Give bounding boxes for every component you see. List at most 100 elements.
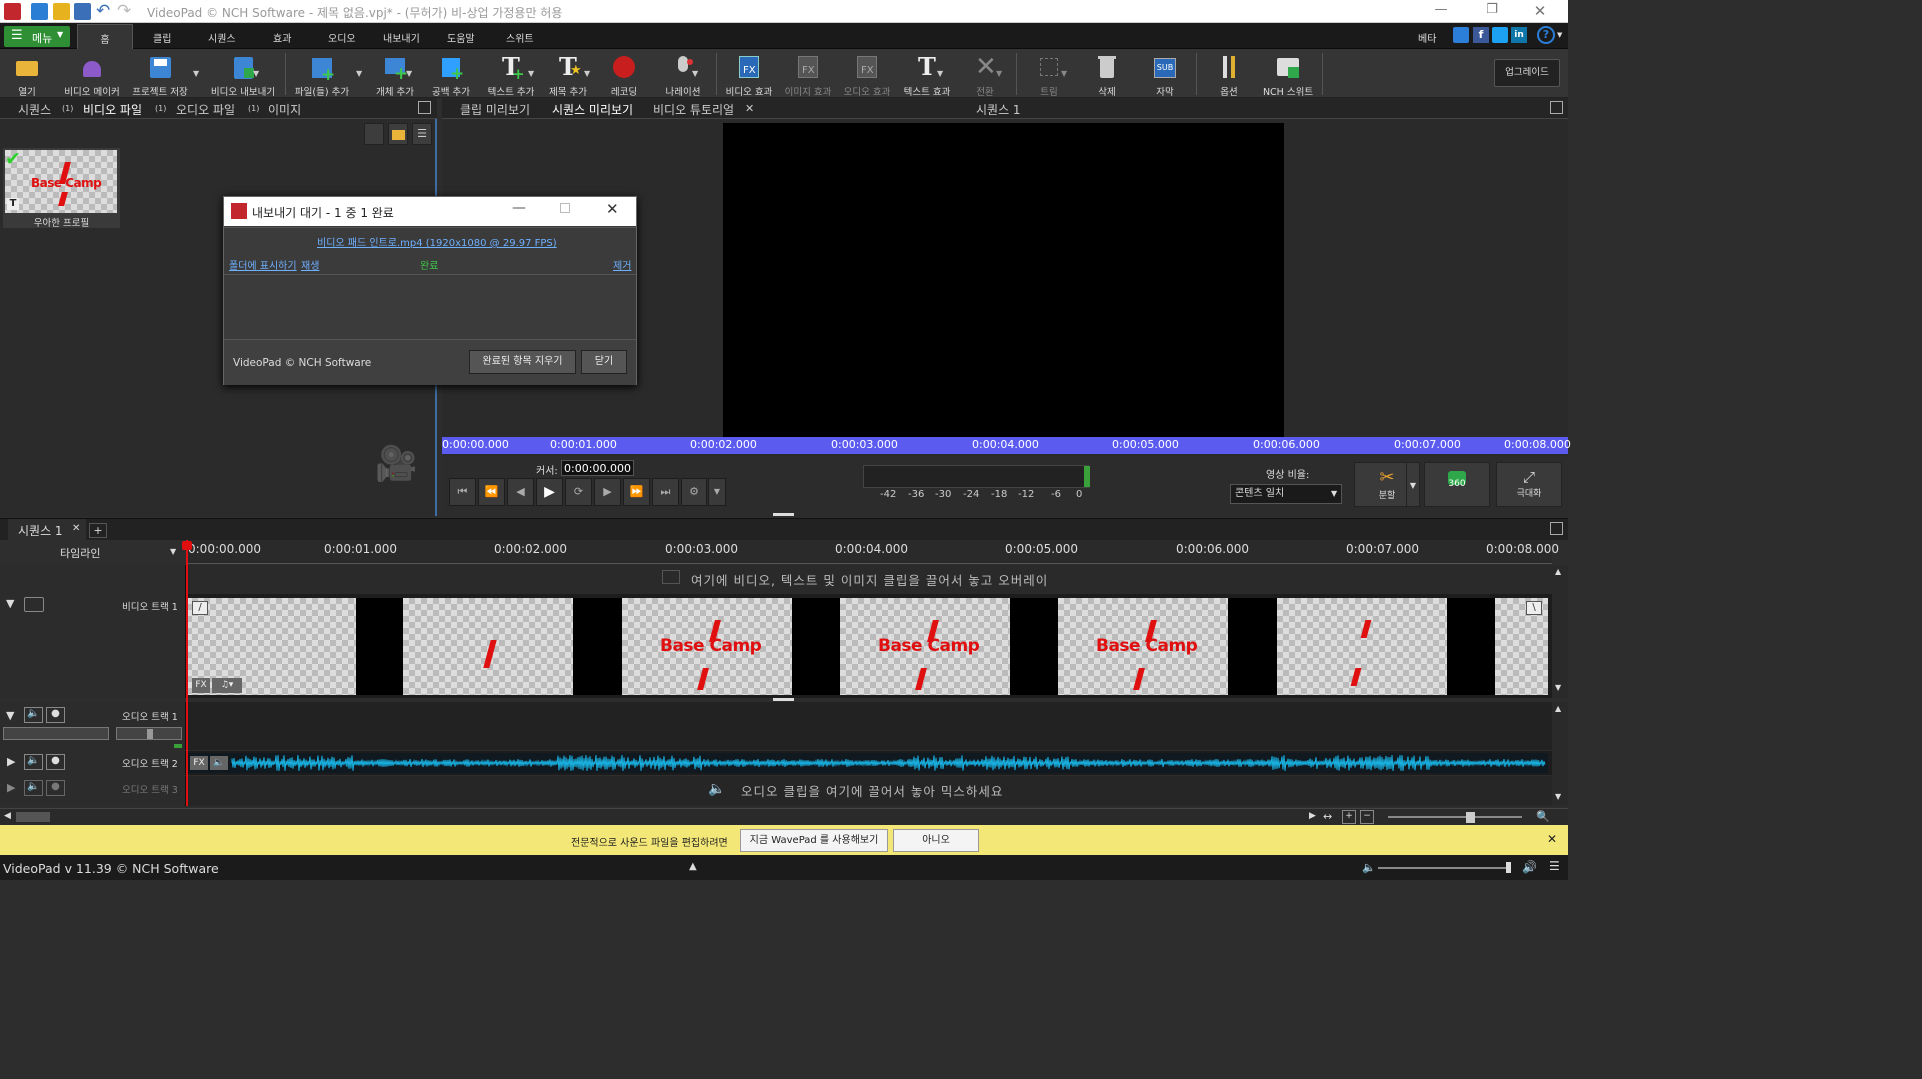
volume-icon[interactable]: 🔈 bbox=[1362, 861, 1376, 874]
clear-completed-button[interactable]: 완료된 항목 지우기 bbox=[469, 350, 576, 374]
scroll-up-icon[interactable]: ▲ bbox=[1555, 567, 1561, 576]
overlay-track[interactable]: 여기에 비디오, 텍스트 및 이미지 클립을 끌어서 놓고 오버레이 bbox=[0, 565, 1552, 594]
play-link[interactable]: 재생 bbox=[301, 257, 319, 272]
loop-button[interactable]: ⟳ bbox=[565, 478, 592, 506]
save-dropdown-icon[interactable]: ▼ bbox=[193, 69, 199, 78]
splitter-handle[interactable] bbox=[773, 513, 794, 516]
video-effects-button[interactable]: FX 비디오 효과 bbox=[722, 49, 776, 98]
add-object-button[interactable]: + 개체 추가 bbox=[370, 49, 420, 98]
vr-360-button[interactable]: 360 bbox=[1424, 462, 1490, 507]
video-preview[interactable] bbox=[723, 123, 1284, 437]
fade-out-icon[interactable]: \ bbox=[1526, 601, 1542, 615]
video-vscrollbar[interactable]: ▲ ▼ bbox=[1552, 565, 1568, 698]
subtitle-button[interactable]: SUB 자막 bbox=[1146, 49, 1184, 98]
bin-clip-item[interactable]: Base Camp ✔ T 우아한 프로필 bbox=[3, 148, 120, 229]
audio-vscrollbar[interactable]: ▲ ▼ bbox=[1552, 702, 1568, 806]
tab-bin-sequences[interactable]: 시퀀스 bbox=[18, 101, 51, 118]
expand-icon[interactable]: ▶ bbox=[7, 755, 15, 768]
group-icon[interactable]: ● bbox=[46, 707, 65, 723]
tab-sequence-preview[interactable]: 시퀀스 미리보기 bbox=[552, 101, 633, 118]
scroll-thumb[interactable] bbox=[16, 812, 50, 822]
audio-clip-waveform[interactable]: FX 🔈 bbox=[186, 753, 1548, 773]
tab-bin-images[interactable]: 이미지 bbox=[268, 101, 301, 118]
narration-dropdown-icon[interactable]: ▼ bbox=[692, 69, 698, 78]
tab-sequence[interactable]: 시퀀스 bbox=[208, 30, 236, 45]
expand-up-icon[interactable]: ▲ bbox=[689, 861, 697, 872]
video-maker-button[interactable]: 비디오 메이커 bbox=[61, 49, 123, 98]
open-button[interactable]: 열기 bbox=[5, 49, 49, 98]
close-promo-icon[interactable]: ✕ bbox=[1547, 832, 1557, 846]
cursor-time-field[interactable]: 0:00:00.000 bbox=[561, 460, 634, 476]
help-icon[interactable]: ? bbox=[1537, 26, 1555, 44]
zoom-out-icon[interactable]: − bbox=[1360, 810, 1374, 824]
dialog-maximize-button[interactable] bbox=[560, 203, 570, 213]
twitter-icon[interactable] bbox=[1492, 27, 1508, 43]
add-title-dropdown-icon[interactable]: ▼ bbox=[584, 69, 590, 78]
timeline-ruler[interactable]: 0:00:00.000 0:00:01.000 0:00:02.000 0:00… bbox=[186, 540, 1559, 564]
close-tutorial-tab-icon[interactable]: ✕ bbox=[745, 102, 754, 115]
master-volume-slider[interactable] bbox=[1378, 867, 1510, 869]
step-back-button[interactable]: ◀ bbox=[507, 478, 534, 506]
remove-link[interactable]: 제거 bbox=[613, 257, 631, 272]
scroll-up-icon[interactable]: ▲ bbox=[1555, 704, 1561, 713]
speed-dropdown-icon[interactable]: ▼ bbox=[708, 478, 726, 506]
tab-bin-video-files[interactable]: 비디오 파일 bbox=[83, 101, 142, 118]
image-effects-button[interactable]: FX 이미지 효과 bbox=[782, 49, 834, 98]
redo-icon[interactable]: ↷ bbox=[117, 1, 131, 21]
tab-bin-audio-files[interactable]: 오디오 파일 bbox=[176, 101, 235, 118]
bin-new-folder-icon[interactable] bbox=[388, 123, 408, 145]
nch-suite-button[interactable]: NCH 스위트 bbox=[1258, 49, 1318, 98]
splitter-handle[interactable] bbox=[773, 698, 794, 701]
undo-icon[interactable]: ↶ bbox=[96, 1, 110, 21]
menu-button[interactable]: ☰ 메뉴 ▼ bbox=[4, 26, 70, 47]
collapse-icon[interactable]: ▼ bbox=[6, 597, 14, 610]
scroll-left-icon[interactable]: ◀ bbox=[4, 811, 11, 821]
fit-width-icon[interactable]: ↔ bbox=[1323, 810, 1332, 823]
group-icon[interactable]: ● bbox=[46, 780, 65, 796]
quick-open-icon[interactable] bbox=[53, 3, 70, 20]
video-clip[interactable]: Base Camp Base Camp Base Camp / \ FX ♫▾ bbox=[186, 598, 1548, 695]
next-clip-button[interactable]: ⏩ bbox=[623, 478, 650, 506]
options-button[interactable]: 옵션 bbox=[1210, 49, 1248, 98]
quick-new-icon[interactable] bbox=[31, 3, 48, 20]
playhead[interactable] bbox=[186, 540, 188, 806]
undock-preview-icon[interactable] bbox=[1550, 101, 1563, 114]
upgrade-button[interactable]: 업그레이드 bbox=[1494, 59, 1560, 87]
add-text-dropdown-icon[interactable]: ▼ bbox=[528, 69, 534, 78]
add-object-dropdown-icon[interactable]: ▼ bbox=[406, 69, 412, 78]
scroll-down-icon[interactable]: ▼ bbox=[1555, 683, 1561, 692]
add-blank-button[interactable]: + 공백 추가 bbox=[428, 49, 474, 98]
clip-fx-icon[interactable]: FX bbox=[192, 678, 210, 693]
speaker-icon[interactable]: 🔈 bbox=[24, 780, 43, 796]
scroll-right-icon[interactable]: ▶ bbox=[1309, 811, 1316, 821]
narration-button[interactable]: 나레이션 bbox=[658, 49, 708, 98]
audio-volume-icon[interactable]: 🔈 bbox=[210, 756, 228, 770]
tab-video-tutorial[interactable]: 비디오 튜토리얼 bbox=[653, 101, 734, 118]
save-project-button[interactable]: 프로젝트 저장 bbox=[130, 49, 190, 98]
pan-slider[interactable] bbox=[116, 727, 182, 740]
audio-effects-button[interactable]: FX 오디오 효과 bbox=[840, 49, 894, 98]
dialog-close-button[interactable]: ✕ bbox=[606, 200, 619, 218]
try-wavepad-button[interactable]: 지금 WavePad 를 사용해보기 bbox=[740, 829, 888, 852]
collapse-icon[interactable]: ▼ bbox=[6, 709, 14, 722]
zoom-slider[interactable] bbox=[1388, 816, 1522, 818]
fade-in-icon[interactable]: / bbox=[192, 601, 208, 615]
trim-dropdown-icon[interactable]: ▼ bbox=[1061, 69, 1067, 78]
dialog-minimize-button[interactable]: — bbox=[512, 200, 526, 216]
zoom-fit-icon[interactable]: 🔍 bbox=[1536, 810, 1550, 823]
undock-icon[interactable] bbox=[418, 101, 431, 114]
fullscreen-button[interactable]: ⤢ 극대화 bbox=[1496, 462, 1562, 507]
tab-suite[interactable]: 스위트 bbox=[506, 30, 534, 45]
bin-list-view-icon[interactable]: ☰ bbox=[412, 123, 432, 145]
group-icon[interactable]: ● bbox=[46, 754, 65, 770]
like-icon[interactable] bbox=[1453, 27, 1469, 43]
speed-button[interactable]: ⚙ bbox=[681, 478, 707, 506]
aspect-ratio-select[interactable]: 콘텐츠 일치 ▼ bbox=[1230, 484, 1342, 504]
text-effects-dropdown-icon[interactable]: ▼ bbox=[937, 69, 943, 78]
help-chevron-icon[interactable]: ▼ bbox=[1557, 31, 1562, 39]
show-in-folder-link[interactable]: 폴더에 표시하기 bbox=[229, 257, 297, 272]
audio-fx-icon[interactable]: FX bbox=[190, 756, 208, 770]
text-effects-button[interactable]: T 텍스트 효과 bbox=[900, 49, 954, 98]
no-thanks-button[interactable]: 아니오 bbox=[893, 829, 979, 852]
timeline-mode-select[interactable]: 타임라인 ▼ bbox=[0, 540, 186, 564]
